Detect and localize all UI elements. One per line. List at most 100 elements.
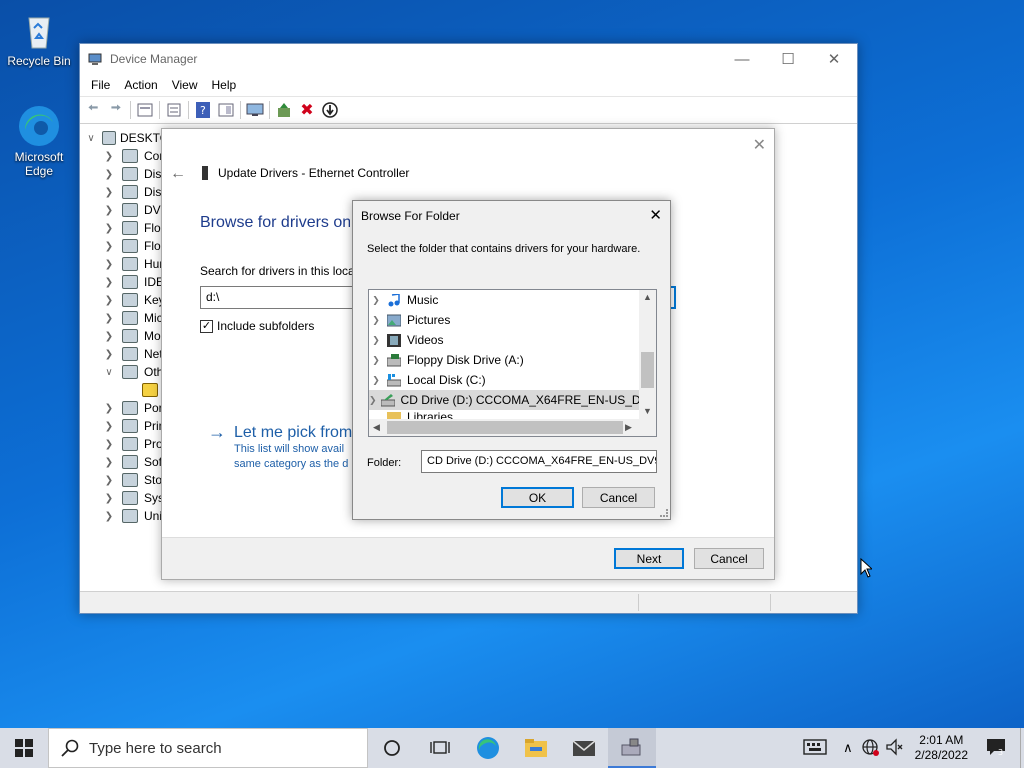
menu-view[interactable]: View [165, 78, 205, 92]
chevron-right-icon[interactable]: ❯ [102, 511, 116, 522]
ok-button[interactable]: OK [501, 487, 574, 508]
start-button[interactable] [0, 728, 48, 768]
close-icon[interactable]: ✕ [649, 206, 662, 224]
menu-action[interactable]: Action [117, 78, 164, 92]
tree-item[interactable]: ❯ Prin [102, 417, 165, 435]
tree-item[interactable]: ❯ Soft [102, 453, 165, 471]
task-view-button[interactable] [416, 728, 464, 768]
tree-item[interactable]: ❯ Syst [102, 489, 167, 507]
chevron-right-icon[interactable]: ❯ [369, 355, 383, 366]
volume-muted-icon[interactable] [885, 737, 903, 759]
menu-file[interactable]: File [84, 78, 117, 92]
folder-item-floppy[interactable]: ❯ Floppy Disk Drive (A:) [369, 350, 639, 370]
tree-item[interactable]: ❯ Net [102, 345, 163, 363]
edge-shortcut[interactable]: Microsoft Edge [1, 104, 77, 178]
horizontal-scroll-thumb[interactable] [387, 421, 623, 434]
chevron-right-icon[interactable]: ❯ [369, 295, 383, 306]
edge-taskbar-button[interactable] [464, 728, 512, 768]
chevron-down-icon[interactable]: ∨ [102, 367, 116, 378]
mail-button[interactable] [560, 728, 608, 768]
pick-from-list-link[interactable]: → Let me pick from [208, 422, 352, 443]
next-button[interactable]: Next [614, 548, 684, 569]
chevron-right-icon[interactable]: ❯ [102, 457, 116, 468]
scroll-up-icon[interactable]: ▲ [643, 292, 652, 302]
back-arrow-icon[interactable]: 🠨 [84, 100, 102, 119]
clock[interactable]: 2:01 AM 2/28/2022 [915, 733, 968, 763]
maximize-button[interactable]: ☐ [765, 44, 811, 74]
minimize-button[interactable]: — [719, 44, 765, 74]
chevron-right-icon[interactable]: ❯ [102, 241, 116, 252]
tree-root[interactable]: ∨ DESKTO [84, 129, 169, 147]
tree-item[interactable]: ❯ Mic [102, 309, 163, 327]
scroll-right-icon[interactable]: ▶ [625, 422, 632, 433]
chevron-right-icon[interactable]: ❯ [102, 169, 116, 180]
tree-item[interactable]: ❯ Pro [102, 435, 163, 453]
chevron-down-icon[interactable]: ∨ [84, 133, 98, 144]
folder-input[interactable]: CD Drive (D:) CCCOMA_X64FRE_EN-US_DV9 [421, 450, 657, 473]
menu-help[interactable]: Help [205, 78, 244, 92]
tree-item[interactable]: ❯ Flop [102, 237, 167, 255]
tree-item[interactable]: ❯ Por [102, 399, 163, 417]
checkbox-checked-icon[interactable]: ✓ [200, 319, 213, 333]
details-icon[interactable] [217, 101, 235, 119]
chevron-right-icon[interactable]: ❯ [102, 403, 116, 414]
tree-item[interactable]: ❯ IDE [102, 273, 164, 291]
chevron-right-icon[interactable]: ❯ [102, 421, 116, 432]
show-desktop-button[interactable] [1020, 728, 1024, 768]
network-icon[interactable] [861, 738, 879, 759]
uninstall-icon[interactable]: ✖ [298, 101, 316, 119]
tree-item[interactable]: ∨ Oth [102, 363, 163, 381]
chevron-right-icon[interactable]: ❯ [102, 277, 116, 288]
chevron-right-icon[interactable]: ❯ [102, 223, 116, 234]
tree-item[interactable]: ❯ Uni [102, 507, 162, 525]
chevron-right-icon[interactable]: ❯ [102, 151, 116, 162]
notification-icon[interactable]: 3 [986, 738, 1006, 759]
chevron-right-icon[interactable]: ❯ [369, 335, 383, 346]
include-subfolders-checkbox[interactable]: ✓ Include subfolders [200, 319, 314, 333]
horizontal-scrollbar[interactable]: ◀ ▶ [369, 419, 656, 436]
device-manager-titlebar[interactable]: Device Manager — ☐ ✕ [80, 44, 857, 74]
recycle-bin-shortcut[interactable]: Recycle Bin [1, 8, 77, 68]
chevron-right-icon[interactable]: ❯ [102, 259, 116, 270]
chevron-right-icon[interactable]: ❯ [102, 331, 116, 342]
chevron-right-icon[interactable]: ❯ [369, 375, 383, 386]
chevron-right-icon[interactable]: ❯ [102, 475, 116, 486]
update-driver-icon[interactable] [275, 101, 293, 119]
folder-tree[interactable]: ❯ Music ❯ Pictures ❯ Videos ❯ Floppy Dis… [368, 289, 657, 437]
enable-device-icon[interactable] [321, 101, 339, 119]
chevron-right-icon[interactable]: ❯ [102, 439, 116, 450]
keyboard-icon[interactable] [803, 738, 827, 758]
chevron-right-icon[interactable]: ❯ [102, 493, 116, 504]
close-button[interactable]: ✕ [811, 44, 857, 74]
folder-item-cd-drive[interactable]: ❯ CD Drive (D:) CCCOMA_X64FRE_EN-US_DV9 [369, 390, 639, 410]
scan-hardware-icon[interactable] [246, 101, 264, 119]
tree-item[interactable]: ❯ Stor [102, 471, 166, 489]
scroll-left-icon[interactable]: ◀ [373, 422, 380, 433]
chevron-right-icon[interactable]: ❯ [369, 315, 383, 326]
tree-item[interactable]: ❯ Hum [102, 255, 169, 273]
cortana-button[interactable] [368, 728, 416, 768]
resize-grip[interactable] [660, 509, 668, 517]
list-view-icon[interactable] [165, 101, 183, 119]
vertical-scroll-thumb[interactable] [641, 352, 654, 388]
tree-item[interactable]: ❯ Flop [102, 219, 167, 237]
tree-item[interactable]: ❯ Cor [102, 147, 163, 165]
chevron-right-icon[interactable]: ❯ [369, 395, 377, 406]
folder-item-pictures[interactable]: ❯ Pictures [369, 310, 639, 330]
tree-item[interactable]: ❯ DVD [102, 201, 169, 219]
tree-item[interactable]: ❯ Disp [102, 183, 168, 201]
chevron-right-icon[interactable]: ❯ [102, 205, 116, 216]
scroll-down-icon[interactable]: ▼ [643, 406, 652, 416]
file-explorer-button[interactable] [512, 728, 560, 768]
folder-item-local-disk[interactable]: ❯ Local Disk (C:) [369, 370, 639, 390]
back-arrow-icon[interactable]: ← [170, 165, 186, 183]
close-icon[interactable]: ✕ [753, 135, 766, 155]
chevron-right-icon[interactable]: ❯ [102, 295, 116, 306]
properties-icon[interactable] [136, 101, 154, 119]
tree-item[interactable]: ❯ Mo [102, 327, 161, 345]
folder-item-music[interactable]: ❯ Music [369, 290, 639, 310]
chevron-up-icon[interactable]: ∧ [843, 740, 853, 756]
forward-arrow-icon[interactable]: 🠪 [107, 100, 125, 119]
device-manager-taskbar-button[interactable] [608, 728, 656, 768]
folder-item-videos[interactable]: ❯ Videos [369, 330, 639, 350]
